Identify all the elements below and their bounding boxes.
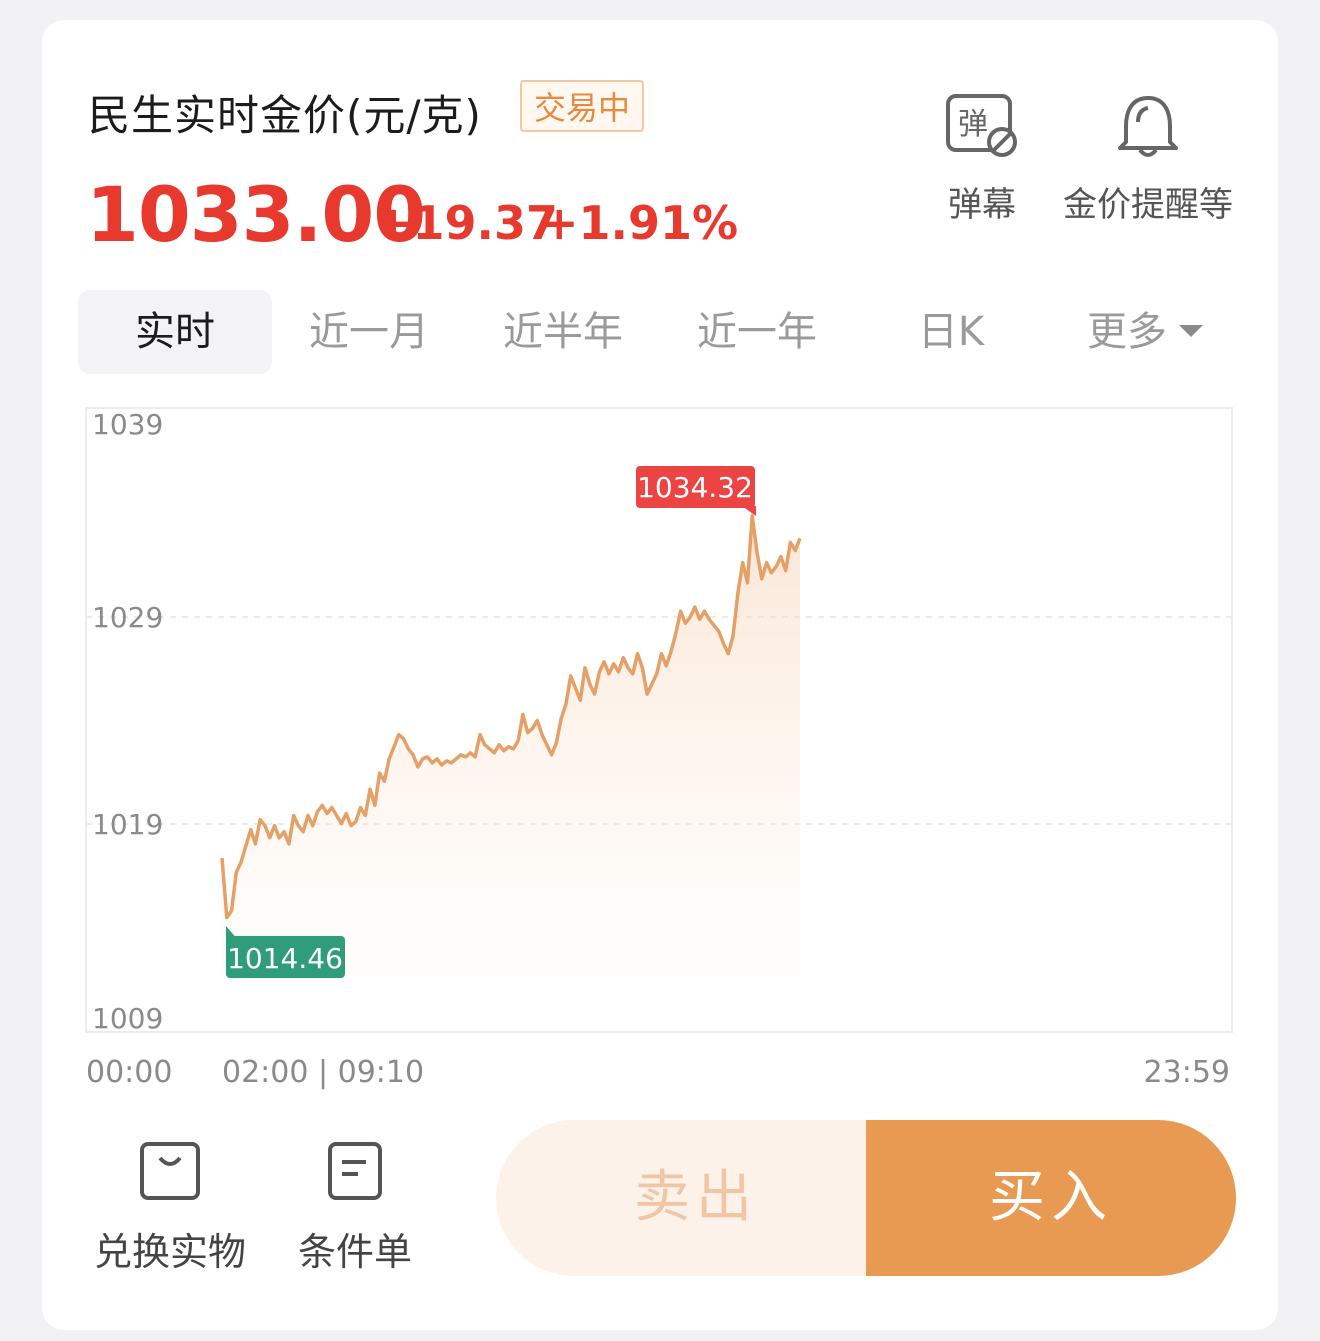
price-area-fill <box>222 515 800 975</box>
redeem-physical-button[interactable]: 兑换实物 <box>92 1140 248 1276</box>
document-icon <box>328 1142 382 1200</box>
x-tick-label: 00:00 <box>86 1055 172 1090</box>
y-tick-label: 1019 <box>92 808 163 841</box>
buy-button[interactable]: 买入 <box>866 1120 1236 1276</box>
shopping-bag-icon <box>140 1142 200 1200</box>
x-tick-label: 02:00 | 09:10 <box>222 1055 424 1090</box>
conditional-order-label: 条件单 <box>297 1230 412 1274</box>
price-chart[interactable]: 1039 1029 1019 1009 1034.32 1014.46 00:0… <box>0 0 1320 1100</box>
high-price-label: 1034.32 <box>637 471 753 504</box>
y-tick-label: 1029 <box>92 601 163 634</box>
y-tick-label: 1039 <box>92 408 163 441</box>
conditional-order-button[interactable]: 条件单 <box>294 1140 416 1276</box>
redeem-physical-label: 兑换实物 <box>93 1230 246 1274</box>
y-tick-label: 1009 <box>92 1002 163 1035</box>
low-price-label: 1014.46 <box>227 942 343 975</box>
sell-button[interactable]: 卖出 <box>496 1120 896 1276</box>
high-price-tag: 1034.32 <box>636 466 756 516</box>
x-tick-label: 23:59 <box>1144 1055 1230 1090</box>
